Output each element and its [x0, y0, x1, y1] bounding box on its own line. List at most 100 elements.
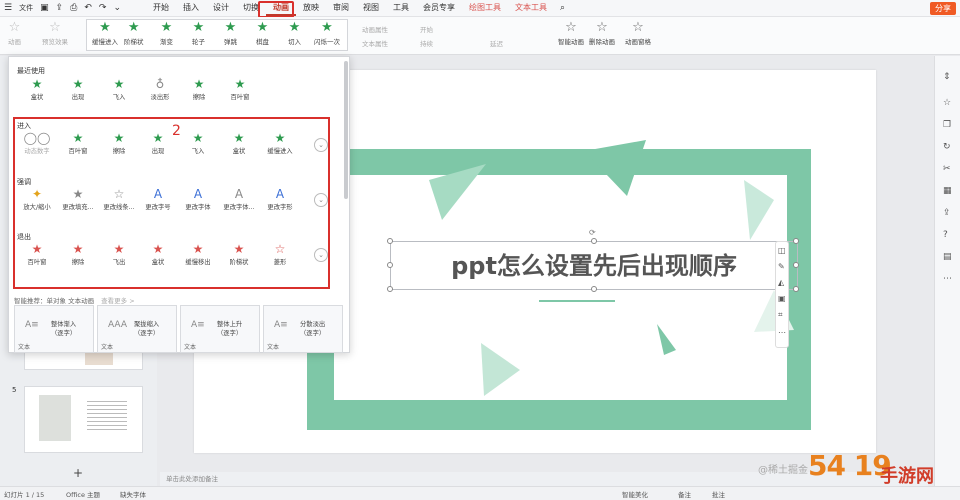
effect-item[interactable]: A 更改字形: [257, 187, 303, 211]
effect-item[interactable]: ★ 擦除: [176, 77, 222, 101]
rotate-handle-icon[interactable]: ⟳: [589, 228, 596, 237]
slide-title[interactable]: ppt怎么设置先后出现顺序: [391, 242, 797, 289]
dropdown-scrollbar[interactable]: [344, 61, 348, 199]
effect-item[interactable]: ★ 飞入: [175, 131, 221, 155]
effect-item[interactable]: ★ 擦除: [55, 242, 101, 266]
theme-name[interactable]: Office 主题: [66, 489, 100, 499]
effect-item[interactable]: ◯◯ 动态数字: [14, 131, 60, 155]
effect-item[interactable]: ★ 阶梯状: [216, 242, 262, 266]
star-icon: ★: [127, 20, 140, 35]
tab-design[interactable]: 设计: [206, 0, 236, 16]
export-icon[interactable]: ⇪: [56, 3, 64, 13]
animation-pane-button[interactable]: ☆ 动画窗格: [625, 19, 651, 46]
menu-icon[interactable]: ☰: [4, 3, 12, 13]
slider-icon[interactable]: ⇕: [943, 72, 951, 82]
effect-item[interactable]: A 更改字体...: [216, 187, 262, 211]
effect-item[interactable]: ★ 盒状: [216, 131, 262, 155]
gallery-item[interactable]: ★ 弹跳: [224, 19, 237, 46]
expand-emphasis-icon[interactable]: ⌄: [314, 193, 328, 207]
add-slide-button[interactable]: +: [73, 466, 83, 480]
section-exit: 退出: [17, 233, 31, 241]
notes-button[interactable]: 备注: [678, 489, 691, 499]
gallery-item[interactable]: ★ 渐变: [160, 19, 173, 46]
effect-item[interactable]: ★ 缓慢进入: [257, 131, 303, 155]
missing-font[interactable]: 缺失字体: [120, 489, 146, 499]
copy-icon[interactable]: ❐: [943, 120, 951, 130]
title-textbox[interactable]: ppt怎么设置先后出现顺序 ⟳: [387, 228, 799, 292]
help-icon[interactable]: ?: [943, 230, 948, 240]
effect-item[interactable]: ★ 飞入: [96, 77, 142, 101]
smart-card[interactable]: A≡ 整体上升 （逐字） 文本: [180, 305, 260, 353]
tab-home[interactable]: 开始: [146, 0, 176, 16]
tab-text-tools[interactable]: 文本工具: [508, 0, 554, 16]
smart-more-link[interactable]: 查看更多 >: [101, 297, 135, 305]
beautify-button[interactable]: 智能美化: [622, 489, 648, 499]
tab-tools[interactable]: 工具: [386, 0, 416, 16]
file-menu[interactable]: 文件: [19, 3, 33, 13]
effect-item[interactable]: ☆ 菱形: [257, 242, 303, 266]
tab-view[interactable]: 视图: [356, 0, 386, 16]
effect-item[interactable]: ★ 百叶窗: [217, 77, 263, 101]
expand-exit-icon[interactable]: ⌄: [314, 248, 328, 262]
gallery-item[interactable]: ★ 轮子: [192, 19, 205, 46]
effect-item[interactable]: A 更改字体: [175, 187, 221, 211]
resize-handle[interactable]: [793, 262, 799, 268]
expand-enter-icon[interactable]: ⌄: [314, 138, 328, 152]
refresh-icon[interactable]: ↻: [943, 142, 951, 152]
fill-icon[interactable]: ◭: [778, 278, 784, 287]
smart-card[interactable]: A≡ 分散淡出 （逐字） 文本: [263, 305, 343, 353]
gallery-item[interactable]: ★ 缓慢进入: [92, 19, 118, 46]
save-icon[interactable]: ▣: [40, 3, 49, 13]
effect-item[interactable]: ★ 出现: [55, 77, 101, 101]
resize-handle[interactable]: [387, 286, 393, 292]
delete-animation-button[interactable]: ☆ 删除动画: [589, 19, 615, 46]
crop-icon[interactable]: ⌗: [778, 310, 783, 320]
layout-icon[interactable]: ▦: [943, 186, 952, 196]
preview-button[interactable]: ☆ 动画: [8, 19, 21, 46]
effect-item[interactable]: ★ 百叶窗: [55, 131, 101, 155]
resize-handle[interactable]: [591, 286, 597, 292]
print-icon[interactable]: ⎙: [70, 3, 77, 13]
undo-icon[interactable]: ↶: [84, 3, 92, 13]
pen-icon[interactable]: ✎: [778, 262, 785, 271]
anim-props-dropdown[interactable]: 动画属性: [362, 24, 388, 34]
text-props-dropdown[interactable]: 文本属性: [362, 38, 388, 48]
tab-member[interactable]: 会员专享: [416, 0, 462, 16]
resize-handle[interactable]: [793, 286, 799, 292]
tools-icon[interactable]: ✂: [943, 164, 951, 174]
star-tool-icon[interactable]: ☆: [943, 98, 951, 108]
effect-item[interactable]: ✦ 放大/缩小: [14, 187, 60, 211]
gallery-item[interactable]: ★ 阶梯状: [124, 19, 144, 46]
redo-icon[interactable]: ↷: [99, 3, 107, 13]
frame-icon[interactable]: ▣: [778, 294, 786, 303]
share-button[interactable]: 分享: [930, 2, 956, 15]
tab-drawing-tools[interactable]: 绘图工具: [462, 0, 508, 16]
gallery-item[interactable]: ★ 切入: [288, 19, 301, 46]
smart-card[interactable]: A≡ 整体渐入 （逐字） 文本: [14, 305, 94, 353]
more-tools-icon[interactable]: ⋯: [778, 328, 786, 337]
gallery-item[interactable]: ★ 棋盘: [256, 19, 269, 46]
more-icon[interactable]: ⌄: [113, 3, 121, 13]
gallery-item[interactable]: ★ 闪烁一次: [314, 19, 340, 46]
resize-handle[interactable]: [591, 238, 597, 244]
layer-icon[interactable]: ◫: [778, 246, 786, 255]
slide-thumbnail[interactable]: [24, 386, 143, 453]
effect-item[interactable]: ★ 更改填充...: [55, 187, 101, 211]
comments-button[interactable]: 批注: [712, 489, 725, 499]
more-side-icon[interactable]: ⋯: [943, 274, 952, 284]
effect-item[interactable]: ★ 盒状: [14, 77, 60, 101]
search-icon[interactable]: ⌕: [560, 3, 565, 13]
resize-handle[interactable]: [387, 262, 393, 268]
smart-animation-button[interactable]: ☆ 智能动画: [558, 19, 584, 46]
tab-slideshow[interactable]: 放映: [296, 0, 326, 16]
resize-handle[interactable]: [387, 238, 393, 244]
preview-effect-button[interactable]: ☆ 预览效果: [42, 19, 68, 46]
book-icon[interactable]: ▤: [943, 252, 952, 262]
tab-review[interactable]: 审阅: [326, 0, 356, 16]
resize-handle[interactable]: [793, 238, 799, 244]
effect-item[interactable]: ★ 缓慢移出: [175, 242, 221, 266]
tab-insert[interactable]: 插入: [176, 0, 206, 16]
share-side-icon[interactable]: ⇪: [943, 208, 951, 218]
effect-item[interactable]: ★ 百叶窗: [14, 242, 60, 266]
smart-card[interactable]: AAA 聚拢缩入 （逐字） 文本: [97, 305, 177, 353]
